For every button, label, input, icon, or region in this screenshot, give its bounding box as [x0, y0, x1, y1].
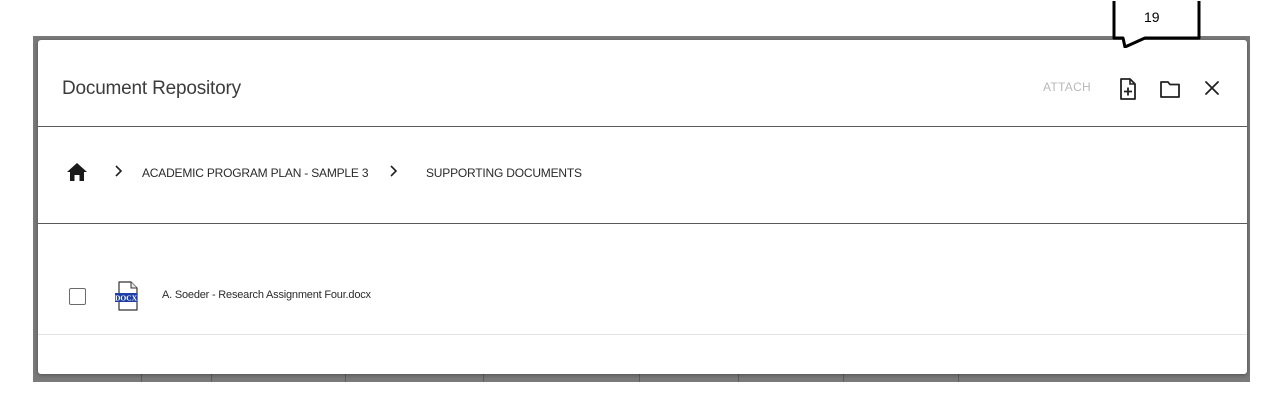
- file-list-item[interactable]: DOCX A. Soeder - Research Assignment Fou…: [38, 260, 1247, 335]
- breadcrumb: ACADEMIC PROGRAM PLAN - SAMPLE 3 SUPPORT…: [38, 127, 1247, 224]
- add-document-icon[interactable]: [1117, 77, 1139, 101]
- home-icon[interactable]: [66, 162, 88, 182]
- document-repository-modal: Document Repository ATTACH ACADEMIC PROG…: [38, 40, 1247, 374]
- chevron-right-icon: [114, 163, 124, 179]
- modal-header: Document Repository ATTACH: [38, 40, 1247, 127]
- attach-button[interactable]: ATTACH: [1043, 80, 1091, 94]
- chevron-right-icon: [389, 163, 399, 179]
- close-icon[interactable]: [1202, 78, 1224, 102]
- file-name[interactable]: A. Soeder - Research Assignment Four.doc…: [162, 289, 371, 301]
- modal-title: Document Repository: [62, 78, 241, 99]
- file-type-badge: DOCX: [115, 294, 138, 303]
- docx-file-icon: DOCX: [114, 281, 140, 311]
- folder-icon[interactable]: [1158, 77, 1182, 101]
- file-select-checkbox[interactable]: [69, 288, 86, 305]
- breadcrumb-item-supporting[interactable]: SUPPORTING DOCUMENTS: [426, 166, 582, 180]
- breadcrumb-item-program[interactable]: ACADEMIC PROGRAM PLAN - SAMPLE 3: [142, 166, 369, 180]
- step-number: 19: [1144, 9, 1160, 25]
